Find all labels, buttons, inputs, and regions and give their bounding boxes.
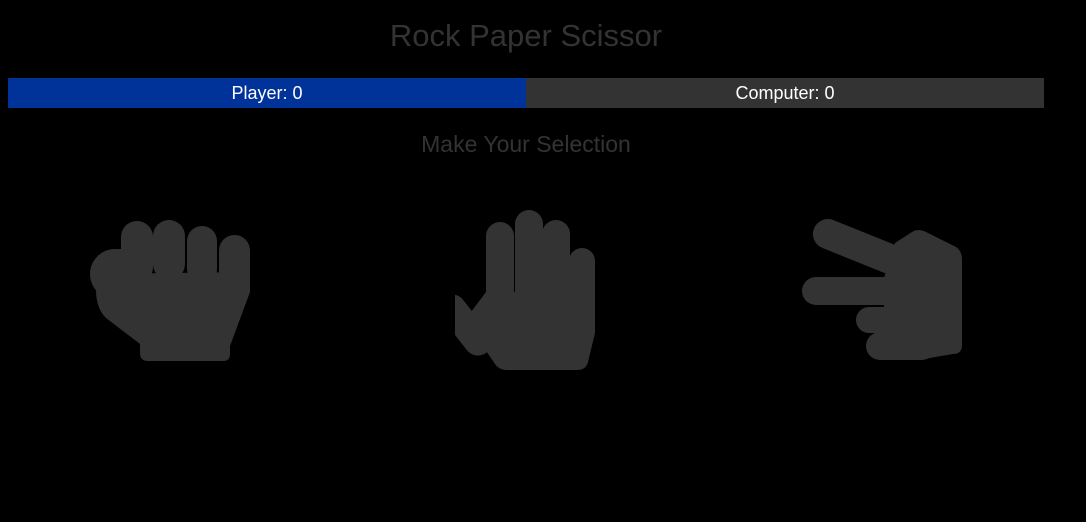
paper-choice-button[interactable] [455, 208, 599, 374]
computer-score: Computer: 0 [526, 78, 1044, 108]
scoreboard: Player: 0 Computer: 0 [8, 78, 1044, 108]
player-score: Player: 0 [8, 78, 526, 108]
game-title: Rock Paper Scissor [389, 18, 663, 53]
hand-rock-icon [90, 220, 250, 361]
game-page: Rock Paper Scissor Player: 0 Computer: 0… [0, 0, 1086, 522]
rock-choice-button[interactable] [88, 218, 252, 362]
selection-prompt: Make Your Selection [421, 131, 631, 157]
scissors-choice-button[interactable] [800, 218, 966, 364]
hand-scissors-icon [802, 219, 962, 360]
hand-paper-icon [455, 210, 595, 370]
